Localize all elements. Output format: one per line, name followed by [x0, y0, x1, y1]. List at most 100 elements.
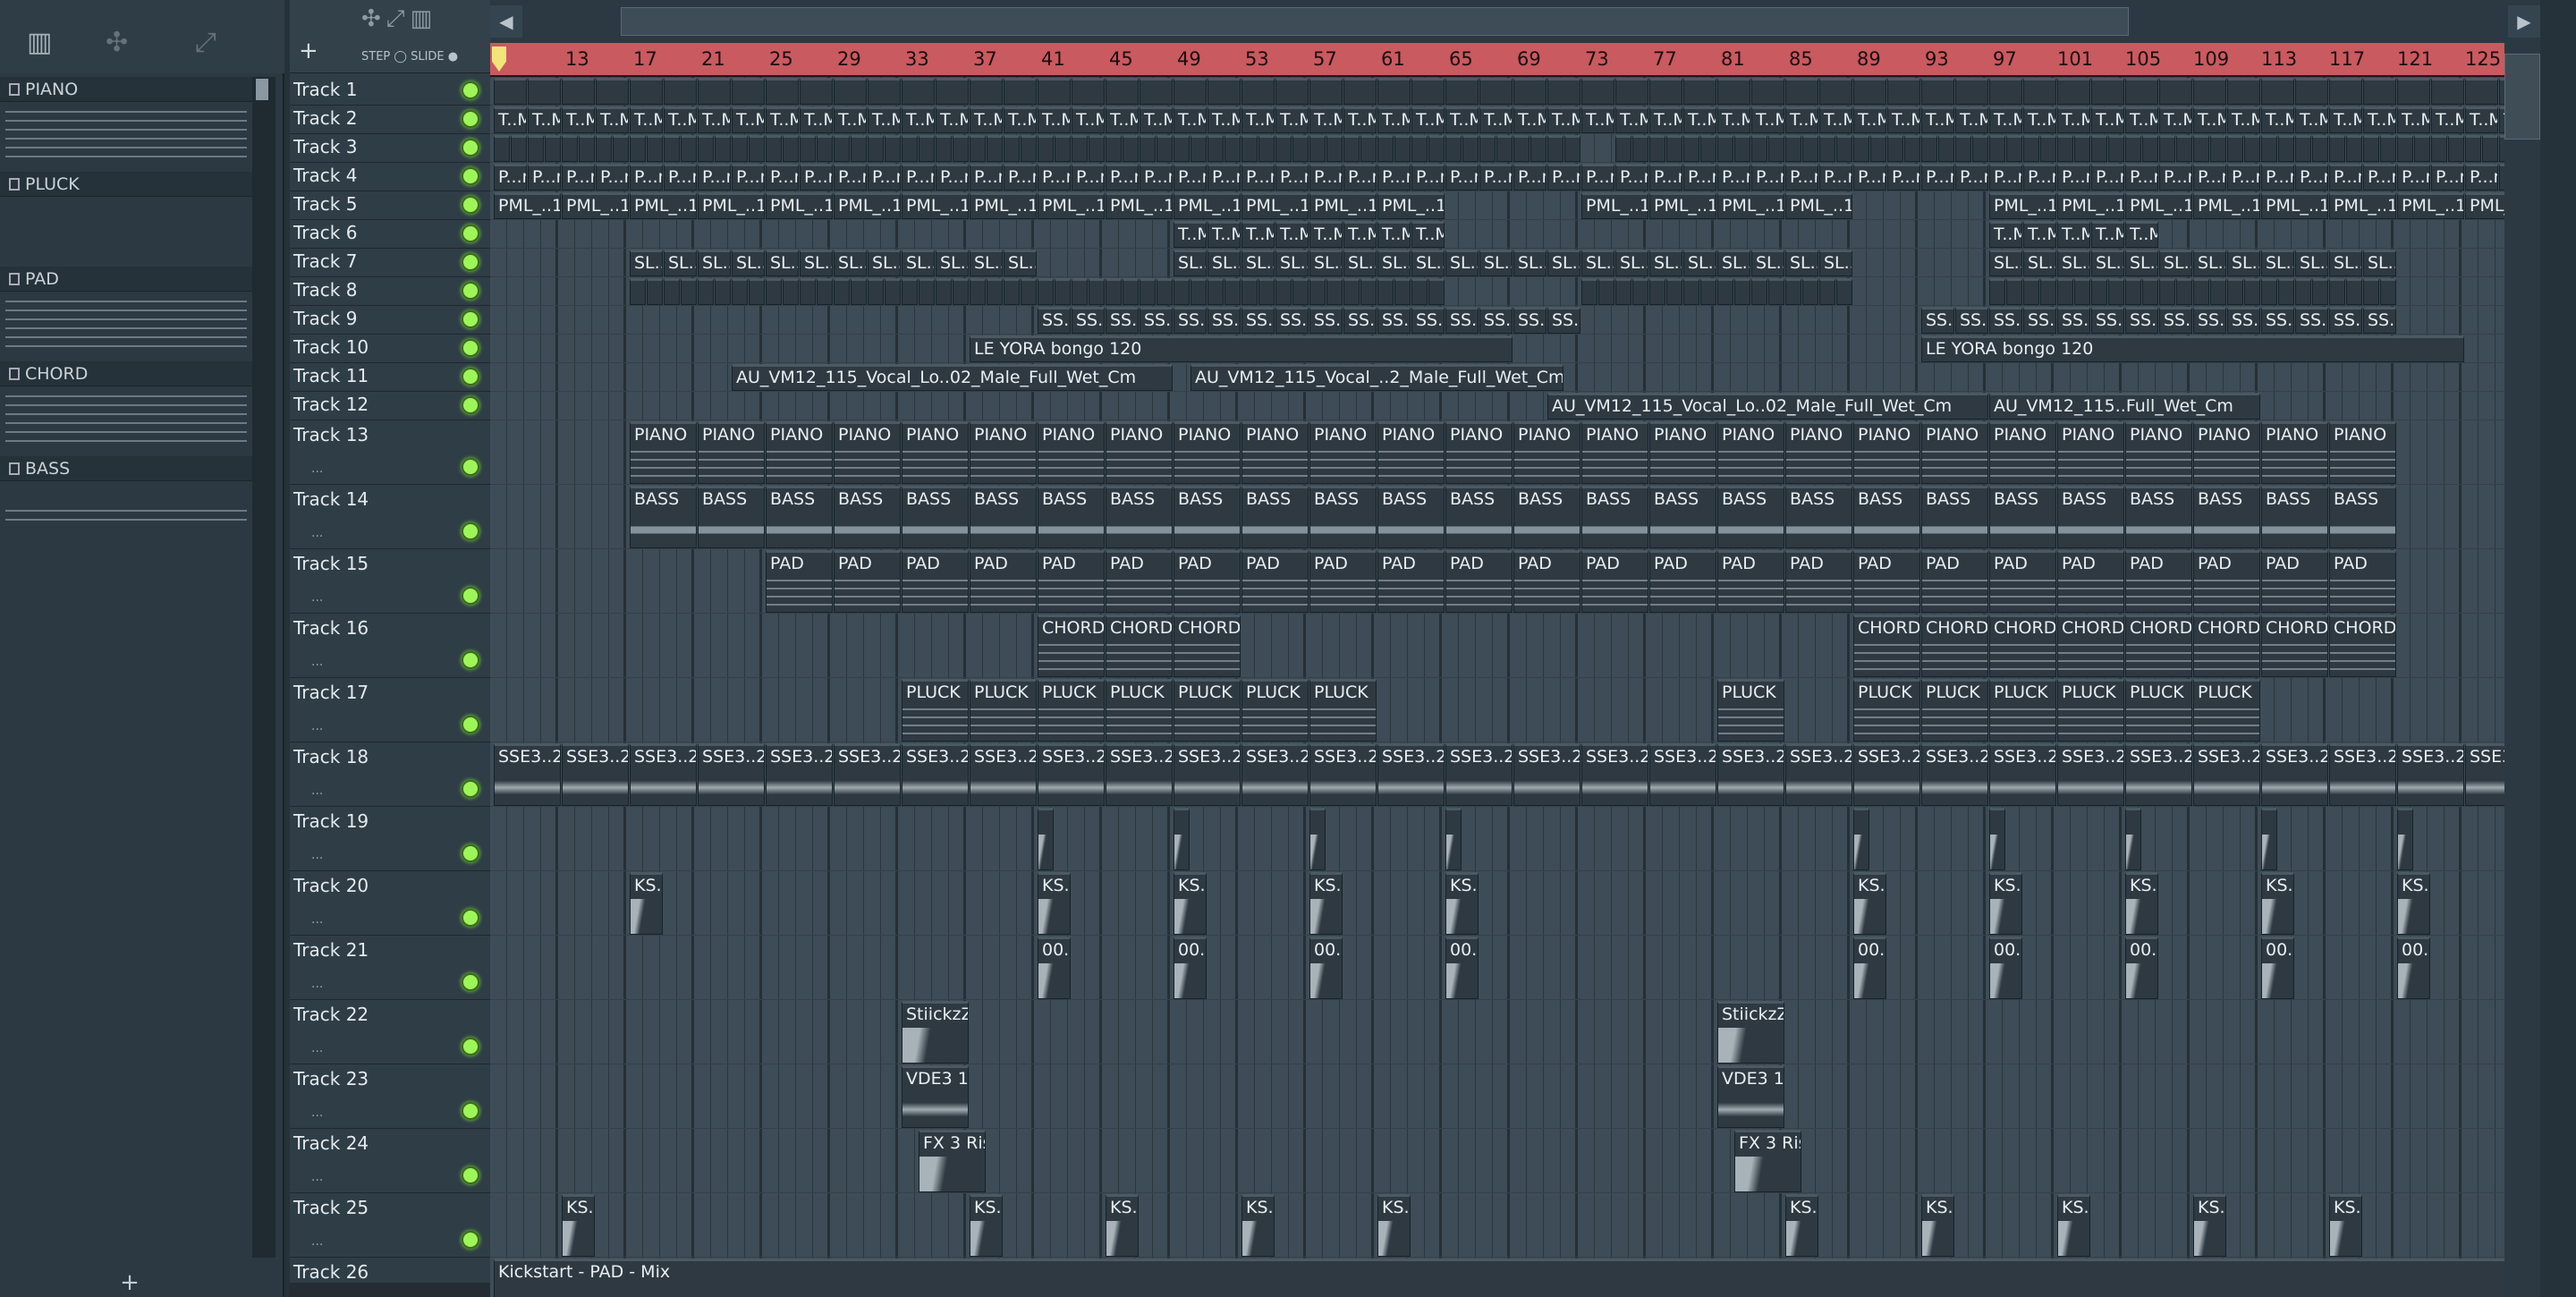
track-lane[interactable]	[490, 870, 2540, 871]
playlist-clip[interactable]	[1547, 78, 1580, 105]
playlist-clip[interactable]	[1904, 135, 1920, 162]
playlist-clip[interactable]: T..M)	[1106, 106, 1139, 133]
playlist-clip[interactable]: T..M)	[2057, 106, 2090, 133]
playlist-clip[interactable]	[1853, 78, 1886, 105]
playlist-clip[interactable]: KS..2	[1241, 1194, 1275, 1257]
playlist-clip[interactable]: PML_..19BPM	[2397, 192, 2464, 219]
track-lane[interactable]	[490, 305, 2540, 306]
playlist-clip[interactable]: PIANO	[1649, 421, 1716, 484]
playlist-clip[interactable]	[1377, 78, 1411, 105]
playlist-clip[interactable]: SSE3..28BPM	[1581, 743, 1648, 806]
playlist-clip[interactable]: SSE3..28BPM	[1445, 743, 1513, 806]
track-name[interactable]: Track 18	[293, 746, 369, 767]
track-lane[interactable]	[490, 484, 2540, 485]
playlist-clip[interactable]	[1734, 135, 1750, 162]
playlist-clip[interactable]: T..M)	[800, 106, 833, 133]
playlist-clip[interactable]: T..M)	[2465, 106, 2498, 133]
playlist-clip[interactable]: SS..M	[2057, 307, 2090, 334]
track-name[interactable]: Track 16	[293, 617, 369, 639]
playlist-clip[interactable]: SSE3..28BPM	[902, 743, 969, 806]
playlist-clip[interactable]	[2431, 135, 2447, 162]
playlist-clip[interactable]: AU_VM12_115..Full_Wet_Cm	[1989, 393, 2260, 420]
playlist-clip[interactable]	[1241, 278, 1258, 305]
playlist-clip[interactable]	[647, 278, 663, 305]
playlist-clip[interactable]	[2346, 278, 2362, 305]
playlist-clip[interactable]: SL..M	[1479, 250, 1513, 276]
playlist-clip[interactable]: PAD	[1649, 550, 1716, 613]
track-name[interactable]: Track 20	[293, 875, 369, 896]
playlist-clip[interactable]: SS..M	[1309, 307, 1343, 334]
playlist-clip[interactable]	[800, 278, 816, 305]
playlist-clip[interactable]: CHORD	[2125, 615, 2192, 677]
playlist-clip[interactable]	[1734, 278, 1750, 305]
playlist-clip[interactable]: PAD	[1309, 550, 1377, 613]
playlist-clip[interactable]: PIANO	[1581, 421, 1648, 484]
playlist-clip[interactable]: PML_..19BPM	[630, 192, 697, 219]
track-name[interactable]: Track 26	[293, 1261, 369, 1283]
playlist-clip[interactable]	[851, 278, 867, 305]
playlist-clip[interactable]: T..M)	[1547, 106, 1580, 133]
playlist-clip[interactable]: SL..M	[2329, 250, 2362, 276]
playlist-clip[interactable]	[1360, 278, 1377, 305]
track-mute-led[interactable]	[462, 844, 479, 862]
playlist-clip[interactable]	[2312, 278, 2328, 305]
playlist-clip[interactable]	[2023, 278, 2039, 305]
playlist-clip[interactable]: SSE3..28BPM	[2397, 743, 2464, 806]
track-lane[interactable]	[490, 1192, 2540, 1193]
playlist-clip[interactable]: SS..M	[1513, 307, 1546, 334]
playlist-clip[interactable]: PAD	[1581, 550, 1648, 613]
playlist-clip[interactable]	[1411, 278, 1428, 305]
playlist-clip[interactable]: SSE3..28BPM	[1309, 743, 1377, 806]
playlist-clip[interactable]: P...m	[1343, 164, 1377, 191]
playlist-clip[interactable]: P...m	[1683, 164, 1716, 191]
playlist-clip[interactable]	[868, 278, 884, 305]
playlist-clip[interactable]: BASS	[2329, 486, 2396, 548]
playlist-clip[interactable]	[749, 135, 765, 162]
track-header[interactable]: Track 18...	[290, 742, 490, 807]
playlist-clip[interactable]: PAD	[834, 550, 901, 613]
track-mute-led[interactable]	[462, 396, 479, 414]
playlist-clip[interactable]: T..M)	[1479, 106, 1513, 133]
track-lane[interactable]	[490, 548, 2540, 549]
playlist-clip[interactable]	[902, 278, 918, 305]
playlist-clip[interactable]	[1683, 278, 1699, 305]
playlist-clip[interactable]: T..M)	[1004, 106, 1037, 133]
playlist-clip[interactable]: P...m	[1275, 164, 1309, 191]
playlist-clip[interactable]	[2363, 78, 2396, 105]
playlist-clip[interactable]	[1615, 135, 1631, 162]
playlist-clip[interactable]: VDE3 12..l Riser	[902, 1065, 969, 1128]
playlist-clip[interactable]: SL..M	[664, 250, 697, 276]
playlist-clip[interactable]: SL..M	[970, 250, 1003, 276]
playlist-clip[interactable]	[681, 278, 697, 305]
playlist-clip[interactable]: PIANO	[2329, 421, 2396, 484]
playlist-clip[interactable]	[1038, 135, 1054, 162]
playlist-clip[interactable]: SL..M	[2159, 250, 2192, 276]
pattern-item-piano[interactable]: PIANO	[0, 77, 259, 172]
playlist-clip[interactable]: SL..M	[2057, 250, 2090, 276]
track-lane[interactable]	[490, 935, 2540, 936]
playlist-clip[interactable]: KS..0	[2397, 872, 2430, 935]
playlist-clip[interactable]	[732, 278, 748, 305]
track-header[interactable]: Track 17...	[290, 678, 490, 742]
playlist-clip[interactable]: T..M)	[1208, 106, 1241, 133]
playlist-clip[interactable]: 00..r	[2261, 937, 2294, 999]
playlist-clip[interactable]	[2057, 135, 2073, 162]
track-mute-led[interactable]	[462, 1038, 479, 1055]
playlist-clip[interactable]	[851, 135, 867, 162]
playlist-clip[interactable]: P...m	[2465, 164, 2498, 191]
playlist-clip[interactable]: P...m	[834, 164, 867, 191]
playlist-clip[interactable]	[1921, 135, 1937, 162]
track-name[interactable]: Track 24	[293, 1132, 369, 1154]
scroll-right-button[interactable]: ▶	[2508, 5, 2540, 38]
playlist-clip[interactable]: PAD	[1241, 550, 1309, 613]
playlist-clip[interactable]: BASS	[2125, 486, 2192, 548]
playlist-clip[interactable]: PML_..19BPM	[970, 192, 1037, 219]
track-header[interactable]: Track 24...	[290, 1129, 490, 1193]
playlist-clip[interactable]: PAD	[1174, 550, 1241, 613]
playlist-clip[interactable]: PLUCK	[1989, 679, 2056, 742]
playlist-clip[interactable]: KS..2	[1921, 1194, 1954, 1257]
playlist-clip[interactable]: P...m	[562, 164, 595, 191]
track-name[interactable]: Track 17	[293, 682, 369, 703]
playlist-clip[interactable]	[2261, 78, 2294, 105]
playlist-clip[interactable]	[1700, 278, 1716, 305]
